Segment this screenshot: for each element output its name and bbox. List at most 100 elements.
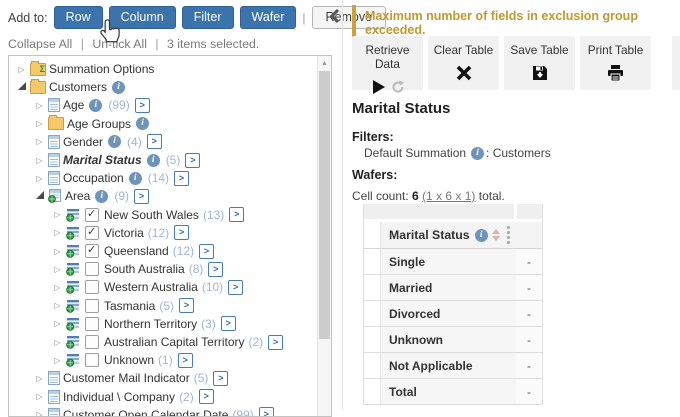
drill-arrow-icon[interactable]: >	[199, 389, 214, 404]
tree-item-queensland[interactable]: ▷Queensland(12)>	[51, 242, 332, 260]
item-checkbox[interactable]	[85, 280, 99, 294]
item-checkbox[interactable]	[85, 353, 99, 367]
info-icon[interactable]: i	[471, 147, 484, 160]
tree-scrollbar[interactable]: ▲	[317, 56, 331, 416]
expand-arrow-icon[interactable]: ▷	[51, 353, 64, 367]
expand-arrow-icon[interactable]: ▷	[33, 390, 46, 404]
drill-arrow-icon[interactable]: >	[174, 171, 189, 186]
tree-item-unknown[interactable]: ▷Unknown(1)>	[51, 351, 332, 369]
tree-item-australian-capital-territory[interactable]: ▷Australian Capital Territory(2)>	[51, 333, 332, 351]
expand-arrow-icon[interactable]: ▷	[51, 335, 64, 349]
expand-arrow-icon[interactable]: ▷	[33, 171, 46, 185]
info-icon[interactable]: i	[108, 135, 121, 148]
drill-arrow-icon[interactable]: >	[134, 189, 149, 204]
drill-arrow-icon[interactable]: >	[229, 207, 244, 222]
add-to-wafer-button[interactable]: Wafer	[240, 6, 297, 29]
drill-arrow-icon[interactable]: >	[199, 244, 214, 259]
add-to-filter-button[interactable]: Filter	[182, 6, 234, 29]
drill-arrow-icon[interactable]: >	[179, 298, 194, 313]
clear-table-button[interactable]: Clear Table	[428, 36, 499, 90]
collapse-panel-chevron-icon[interactable]	[330, 8, 340, 27]
add-to-row-button[interactable]: Row	[54, 6, 103, 29]
tree-item-area[interactable]: Areai(9)>	[33, 187, 332, 205]
expand-arrow-icon[interactable]: ▷	[33, 371, 46, 385]
expand-arrow-icon[interactable]: ▷	[51, 262, 64, 276]
tree-item-northern-territory[interactable]: ▷Northern Territory(3)>	[51, 315, 332, 333]
tree-item-summation-options[interactable]: ▷ΣSummation Options	[15, 60, 315, 78]
drill-arrow-icon[interactable]: >	[221, 316, 236, 331]
expand-arrow-icon[interactable]: ▷	[51, 226, 64, 240]
tree-item-victoria[interactable]: ▷Victoria(12)>	[51, 224, 332, 242]
tree-item-customers[interactable]: Customersi	[15, 78, 315, 96]
column-menu-icon[interactable]	[507, 226, 510, 244]
tree-item-western-australia[interactable]: ▷Western Australia(10)>	[51, 278, 332, 296]
table-column-header[interactable]: Marital Status i	[381, 222, 516, 248]
expand-arrow-icon[interactable]: ▷	[51, 280, 64, 294]
value-count: (99)	[108, 98, 129, 112]
expand-arrow-icon[interactable]: ▷	[51, 317, 64, 331]
drill-arrow-icon[interactable]: >	[268, 335, 283, 350]
expand-arrow-icon[interactable]: ▷	[51, 208, 64, 222]
expand-arrow-icon[interactable]: ▷	[51, 244, 64, 258]
row-label[interactable]: Divorced	[381, 301, 516, 326]
expand-arrow-icon[interactable]: ▷	[15, 62, 28, 76]
drill-arrow-icon[interactable]: >	[208, 262, 223, 277]
tree-item-tasmania[interactable]: ▷Tasmania(5)>	[51, 297, 332, 315]
add-to-column-button[interactable]: Column	[109, 6, 176, 29]
tree-item-gender[interactable]: ▷Genderi(4)>	[33, 133, 332, 151]
row-label[interactable]: Not Applicable	[381, 353, 516, 378]
drill-arrow-icon[interactable]: >	[135, 98, 150, 113]
collapse-arrow-icon[interactable]	[33, 189, 46, 203]
row-label[interactable]: Total	[381, 379, 516, 404]
info-icon[interactable]: i	[136, 117, 149, 130]
tree-item-customer-open-calendar-date[interactable]: ▷Customer Open Calendar Date(99)>	[33, 406, 332, 417]
expand-arrow-icon[interactable]: ▷	[33, 135, 46, 149]
item-checkbox[interactable]	[85, 244, 99, 258]
expand-arrow-icon[interactable]: ▷	[33, 408, 46, 417]
expand-arrow-icon[interactable]: ▷	[33, 98, 46, 112]
item-checkbox[interactable]	[85, 317, 99, 331]
retrieve-data-button[interactable]: Retrieve Data	[352, 36, 423, 90]
tree-item-age-groups[interactable]: ▷Age Groupsi	[33, 115, 332, 133]
row-label[interactable]: Single	[381, 249, 516, 274]
sort-icon[interactable]	[492, 225, 500, 245]
row-label[interactable]: Unknown	[381, 327, 516, 352]
print-table-button[interactable]: Print Table	[580, 36, 651, 90]
tree-item-south-australia[interactable]: ▷South Australia(8)>	[51, 260, 332, 278]
save-table-button[interactable]: Save Table	[504, 36, 575, 90]
tree-item-occupation[interactable]: ▷Occupationi(14)>	[33, 169, 332, 187]
item-checkbox[interactable]	[85, 299, 99, 313]
item-checkbox[interactable]	[85, 262, 99, 276]
info-icon[interactable]: i	[112, 81, 125, 94]
drill-arrow-icon[interactable]: >	[228, 280, 243, 295]
info-icon[interactable]: i	[89, 99, 102, 112]
tree-item-age[interactable]: ▷Agei(99)>	[33, 96, 332, 114]
drill-arrow-icon[interactable]: >	[213, 371, 228, 386]
scroll-up-icon[interactable]: ▲	[318, 59, 331, 69]
drill-arrow-icon[interactable]: >	[178, 353, 193, 368]
info-icon[interactable]: i	[129, 172, 142, 185]
info-icon[interactable]: i	[147, 154, 160, 167]
cell-count-link[interactable]: (1 x 6 x 1)	[422, 189, 475, 203]
untick-all-link[interactable]: Un-tick All	[92, 37, 147, 51]
collapse-arrow-icon[interactable]	[15, 80, 28, 94]
expand-arrow-icon[interactable]: ▷	[33, 117, 46, 131]
collapse-all-link[interactable]: Collapse All	[8, 37, 72, 51]
drill-arrow-icon[interactable]: >	[147, 134, 162, 149]
drill-arrow-icon[interactable]: >	[174, 225, 189, 240]
expand-arrow-icon[interactable]: ▷	[51, 299, 64, 313]
tree-item-new-south-wales[interactable]: ▷New South Wales(13)>	[51, 206, 332, 224]
toolbar-button-partial[interactable]	[672, 36, 680, 90]
drill-arrow-icon[interactable]: >	[185, 153, 200, 168]
item-checkbox[interactable]	[85, 226, 99, 240]
scrollbar-thumb[interactable]	[319, 71, 330, 339]
tree-item-customer-mail-indicator[interactable]: ▷Customer Mail Indicator(5)>	[33, 369, 332, 387]
info-icon[interactable]: i	[475, 229, 488, 242]
expand-arrow-icon[interactable]: ▷	[33, 153, 46, 167]
item-checkbox[interactable]	[85, 208, 99, 222]
item-checkbox[interactable]	[85, 335, 99, 349]
tree-item-individual-company[interactable]: ▷Individual \ Company(2)>	[33, 388, 332, 406]
tree-item-marital-status[interactable]: ▷Marital Statusi(5)>	[33, 151, 332, 169]
row-label[interactable]: Married	[381, 275, 516, 300]
info-icon[interactable]: i	[95, 190, 108, 203]
